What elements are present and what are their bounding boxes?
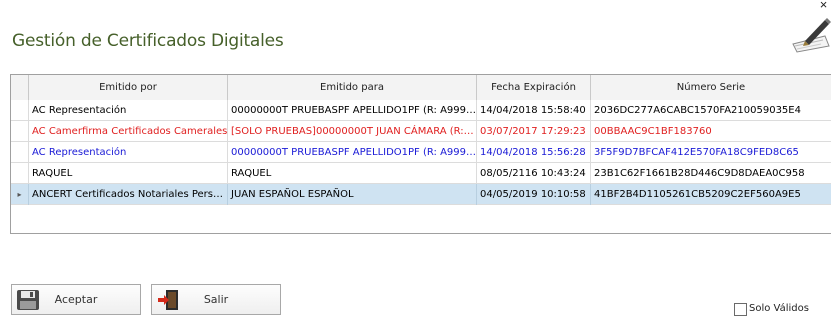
column-header-emitido-para[interactable]: Emitido para xyxy=(228,75,477,100)
cell-emitido-por: AC Representación xyxy=(29,100,228,121)
cell-emitido-por: AC Representación xyxy=(29,142,228,163)
close-icon[interactable]: × xyxy=(816,0,831,12)
solo-validos-label[interactable]: Solo Válidos xyxy=(749,303,809,314)
cell-fecha-expiracion: 03/07/2017 17:29:23 xyxy=(477,121,591,142)
column-header-emitido-por[interactable]: Emitido por xyxy=(29,75,228,100)
cell-numero-serie: 3F5F9D7BFCAF412E570FA18C9FED8C65 xyxy=(594,147,799,158)
salir-button[interactable]: Salir xyxy=(151,284,281,315)
cell-emitido-para: [SOLO PRUEBAS]00000000T JUAN CÁMARA (R:… xyxy=(228,121,477,142)
column-header-numero-serie[interactable]: Número Serie xyxy=(591,75,831,100)
table-row[interactable]: AC Representación 00000000T PRUEBASPF AP… xyxy=(11,142,831,163)
cell-emitido-para: 00000000T PRUEBASPF APELLIDO1PF (R: A999… xyxy=(228,142,477,163)
table-row-selected[interactable]: ▸ ANCERT Certificados Notariales Pers… J… xyxy=(11,184,831,205)
cell-fecha-expiracion: 08/05/2116 10:43:24 xyxy=(477,163,591,184)
table-row[interactable]: AC Representación 00000000T PRUEBASPF AP… xyxy=(11,100,831,121)
certificate-pen-icon xyxy=(792,18,831,53)
aceptar-label: Aceptar xyxy=(54,293,98,306)
window-title: Gestión de Certificados Digitales xyxy=(12,31,284,51)
cell-emitido-para: 00000000T PRUEBASPF APELLIDO1PF (R: A999… xyxy=(228,100,477,121)
cell-numero-serie: 41BF2B4D1105261CB5209C2EF560A9E5 xyxy=(594,189,801,200)
aceptar-button[interactable]: Aceptar xyxy=(11,284,141,315)
row-indicator xyxy=(11,163,29,184)
column-header-fecha-expiracion[interactable]: Fecha Expiración xyxy=(477,75,591,100)
row-indicator xyxy=(11,100,29,121)
table-row[interactable]: AC Camerfirma Certificados Camerales [SO… xyxy=(11,121,831,142)
cell-numero-serie: 00BBAAC9C1BF183760 xyxy=(594,126,712,137)
table-header: Emitido por Emitido para Fecha Expiració… xyxy=(11,75,831,100)
cell-emitido-para: JUAN ESPAÑOL ESPAÑOL xyxy=(228,184,477,205)
cell-fecha-expiracion: 14/04/2018 15:58:40 xyxy=(477,100,591,121)
cell-fecha-expiracion: 14/04/2018 15:56:28 xyxy=(477,142,591,163)
salir-label: Salir xyxy=(203,293,229,306)
cell-emitido-para: RAQUEL xyxy=(228,163,477,184)
cell-fecha-expiracion: 04/05/2019 10:10:58 xyxy=(477,184,591,205)
row-indicator-header xyxy=(11,75,29,100)
solo-validos-checkbox[interactable] xyxy=(734,303,747,316)
cell-emitido-por: RAQUEL xyxy=(29,163,228,184)
row-indicator xyxy=(11,121,29,142)
selected-row-arrow-icon: ▸ xyxy=(11,184,29,205)
cell-emitido-por: ANCERT Certificados Notariales Pers… xyxy=(29,184,228,205)
cell-emitido-por: AC Camerfirma Certificados Camerales xyxy=(29,121,228,142)
cell-numero-serie: 23B1C62F1661B28D446C9D8DAEA0C958 xyxy=(594,168,805,179)
row-indicator xyxy=(11,142,29,163)
certificates-table[interactable]: Emitido por Emitido para Fecha Expiració… xyxy=(10,74,831,234)
cell-numero-serie: 2036DC277A6CABC1570FA210059035E4 xyxy=(594,105,801,116)
table-row[interactable]: RAQUEL RAQUEL 08/05/2116 10:43:24 23B1C6… xyxy=(11,163,831,184)
